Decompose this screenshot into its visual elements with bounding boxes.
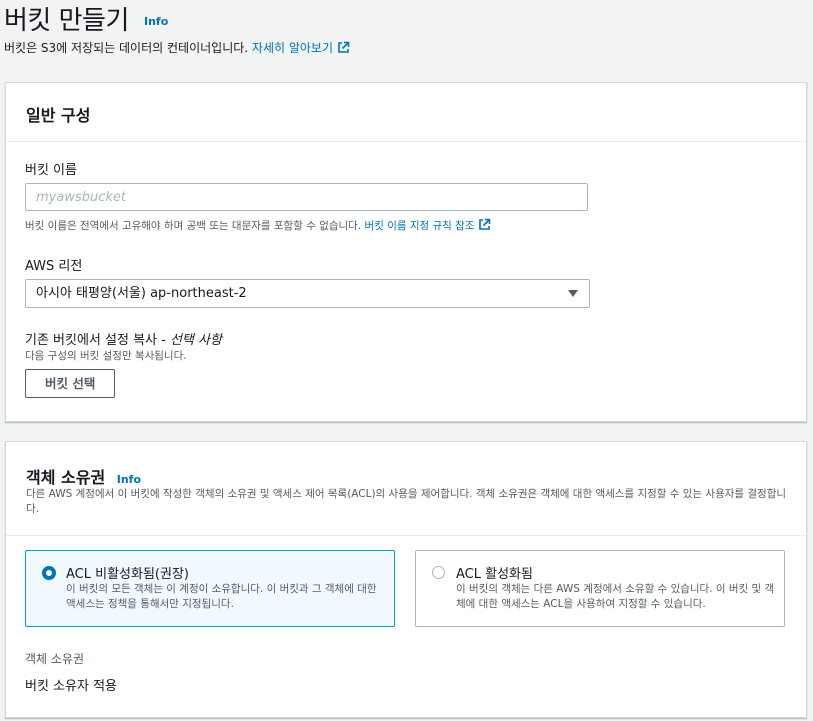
acl-enabled-title: ACL 활성화됨 [456, 567, 533, 582]
object-ownership-panel: 객체 소유권 Info 다른 AWS 계정에서 이 버킷에 작성한 객체의 소유… [5, 441, 807, 718]
object-ownership-title: 객체 소유권 Info [26, 468, 142, 487]
acl-enabled-radio[interactable] [432, 566, 445, 579]
acl-enabled-desc: 이 버킷의 객체는 다른 AWS 계정에서 소유할 수 있습니다. 이 버킷 및… [456, 583, 775, 610]
region-select-value: 아시아 태평양(서울) ap-northeast-2 [36, 286, 247, 301]
region-label: AWS 리전 [25, 259, 83, 274]
acl-disabled-radio[interactable] [42, 566, 56, 580]
bucket-name-hint: 버킷 이름은 전역에서 고유해야 하며 공백 또는 대문자를 포함할 수 없습니… [25, 218, 491, 233]
learn-more-link[interactable]: 자세히 알아보기 [252, 41, 350, 55]
bucket-name-label: 버킷 이름 [25, 163, 77, 178]
caret-down-icon [568, 290, 578, 297]
region-select[interactable]: 아시아 태평양(서울) ap-northeast-2 [25, 279, 590, 308]
object-ownership-field-value: 버킷 소유자 적용 [25, 679, 117, 694]
copy-settings-label: 기존 버킷에서 설정 복사 - 선택 사항 [25, 333, 222, 348]
acl-enabled-option[interactable]: ACL 활성화됨 이 버킷의 객체는 다른 AWS 계정에서 소유할 수 있습니… [415, 550, 785, 627]
panel-header: 일반 구성 [6, 83, 806, 142]
choose-bucket-button[interactable]: 버킷 선택 [25, 369, 116, 398]
external-link-icon [338, 41, 350, 53]
naming-rules-link[interactable]: 버킷 이름 지정 규칙 참조 [365, 218, 492, 232]
object-ownership-field-label: 객체 소유권 [25, 652, 85, 666]
panel-header: 객체 소유권 Info 다른 AWS 계정에서 이 버킷에 작성한 객체의 소유… [6, 442, 806, 536]
copy-settings-hint: 다음 구성의 버킷 설정만 복사됩니다. [25, 350, 187, 362]
page-info-link[interactable]: Info [144, 15, 168, 28]
general-config-panel: 일반 구성 버킷 이름 버킷 이름은 전역에서 고유해야 하며 공백 또는 대문… [5, 82, 807, 422]
bucket-name-input[interactable] [25, 183, 588, 211]
optional-tag: 선택 사항 [169, 333, 222, 348]
page-description: 버킷은 S3에 저장되는 데이터의 컨테이너입니다. 자세히 알아보기 [4, 39, 350, 56]
acl-disabled-option[interactable]: ACL 비활성화됨(권장) 이 버킷의 모든 객체는 이 계정이 소유합니다. … [25, 550, 395, 627]
acl-disabled-desc: 이 버킷의 모든 객체는 이 계정이 소유합니다. 이 버킷과 그 객체에 대한… [66, 583, 377, 610]
external-link-icon [479, 218, 491, 230]
object-ownership-description: 다른 AWS 계정에서 이 버킷에 작성한 객체의 소유권 및 액세스 제어 목… [26, 488, 787, 515]
acl-disabled-title: ACL 비활성화됨(권장) [66, 567, 189, 582]
general-config-title: 일반 구성 [26, 106, 91, 125]
page-description-text: 버킷은 S3에 저장되는 데이터의 컨테이너입니다. [4, 41, 249, 55]
page-title: 버킷 만들기 [4, 6, 129, 36]
ownership-info-link[interactable]: Info [117, 473, 141, 486]
